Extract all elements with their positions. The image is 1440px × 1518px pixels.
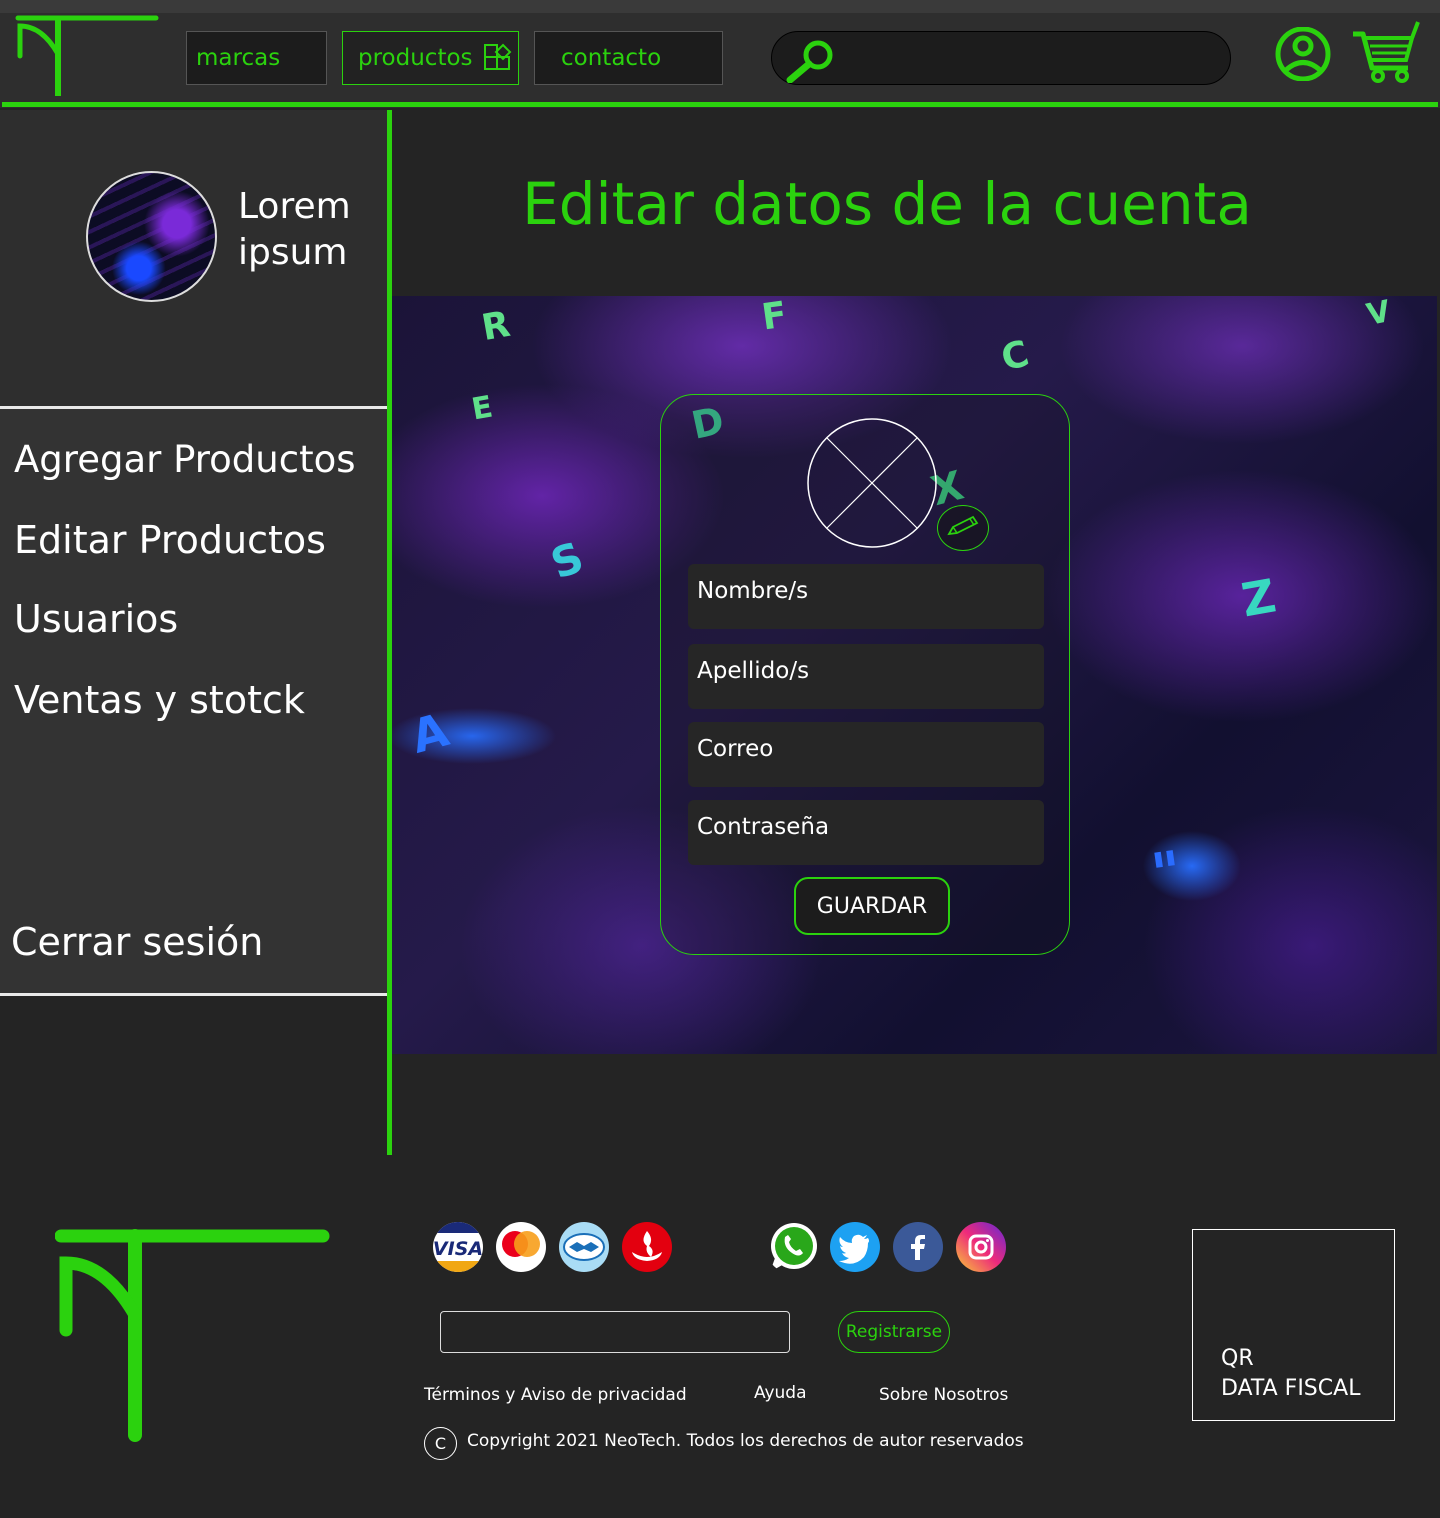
first-name-field[interactable]: Nombre/s [688, 564, 1044, 629]
nav-contacto[interactable]: contacto [534, 31, 723, 85]
qr-label: QR DATA FISCAL [1221, 1346, 1361, 1401]
svg-text:VISA: VISA [433, 1238, 483, 1260]
copyright-icon: C [424, 1427, 457, 1460]
last-name-field[interactable]: Apellido/s [688, 644, 1044, 709]
copyright-text: Copyright 2021 NeoTech. Todos los derech… [467, 1431, 1024, 1451]
products-icon [483, 43, 513, 73]
avatar[interactable] [86, 171, 217, 302]
santander-icon [622, 1222, 672, 1272]
pencil-icon [946, 515, 980, 541]
help-link[interactable]: Ayuda [754, 1383, 807, 1403]
mercadopago-icon [559, 1222, 609, 1272]
nav-marcas-label: marcas [196, 45, 281, 71]
whatsapp-icon[interactable] [766, 1220, 820, 1274]
sidebar-item-editar-productos[interactable]: Editar Productos [14, 518, 326, 562]
newsletter-email-input[interactable] [440, 1311, 790, 1353]
sidebar: Lorem ipsum Agregar Productos Editar Pro… [0, 110, 387, 1155]
terms-link[interactable]: Términos y Aviso de privacidad [424, 1385, 687, 1405]
profile-panel: Lorem ipsum [0, 110, 387, 406]
register-button[interactable]: Registrarse [838, 1311, 950, 1353]
sidebar-item-agregar-productos[interactable]: Agregar Productos [14, 438, 356, 481]
nav-productos-label: productos [358, 45, 473, 71]
sidebar-item-ventas[interactable]: Ventas y stotck [14, 678, 305, 722]
email-field[interactable]: Correo [688, 722, 1044, 787]
facebook-icon[interactable] [893, 1222, 943, 1272]
cart-icon[interactable] [1350, 20, 1422, 88]
footer-logo-icon [55, 1229, 330, 1442]
nav-marcas[interactable]: marcas [186, 31, 327, 85]
search-input[interactable] [842, 40, 1212, 76]
password-field[interactable]: Contraseña [688, 800, 1044, 865]
header-divider [2, 102, 1438, 107]
save-button[interactable]: GUARDAR [794, 877, 950, 935]
search-icon[interactable] [782, 37, 838, 87]
edit-photo-button[interactable] [937, 505, 989, 551]
sidebar-menu: Agregar Productos Editar Productos Usuar… [0, 406, 387, 996]
qr-data-fiscal[interactable]: QR DATA FISCAL [1192, 1229, 1395, 1421]
nav-contacto-label: contacto [561, 45, 662, 71]
mastercard-icon [496, 1222, 546, 1272]
about-link[interactable]: Sobre Nosotros [879, 1385, 1008, 1405]
copyright-symbol: C [434, 1434, 447, 1453]
visa-icon: VISA [433, 1222, 483, 1272]
account-form: Nombre/s Apellido/s Correo Contraseña GU… [660, 394, 1070, 955]
page-title: Editar datos de la cuenta [522, 170, 1252, 238]
top-strip [0, 0, 1440, 13]
logout-button[interactable]: Cerrar sesión [11, 920, 263, 964]
instagram-icon[interactable] [956, 1222, 1006, 1272]
search-bar [771, 31, 1231, 85]
user-icon[interactable] [1272, 26, 1334, 85]
sidebar-item-usuarios[interactable]: Usuarios [14, 597, 178, 641]
profile-photo-placeholder[interactable] [806, 417, 938, 549]
profile-name: Lorem ipsum [238, 186, 351, 273]
logo-icon[interactable] [14, 14, 164, 104]
twitter-icon[interactable] [830, 1222, 880, 1272]
nav-productos[interactable]: productos [342, 31, 519, 85]
